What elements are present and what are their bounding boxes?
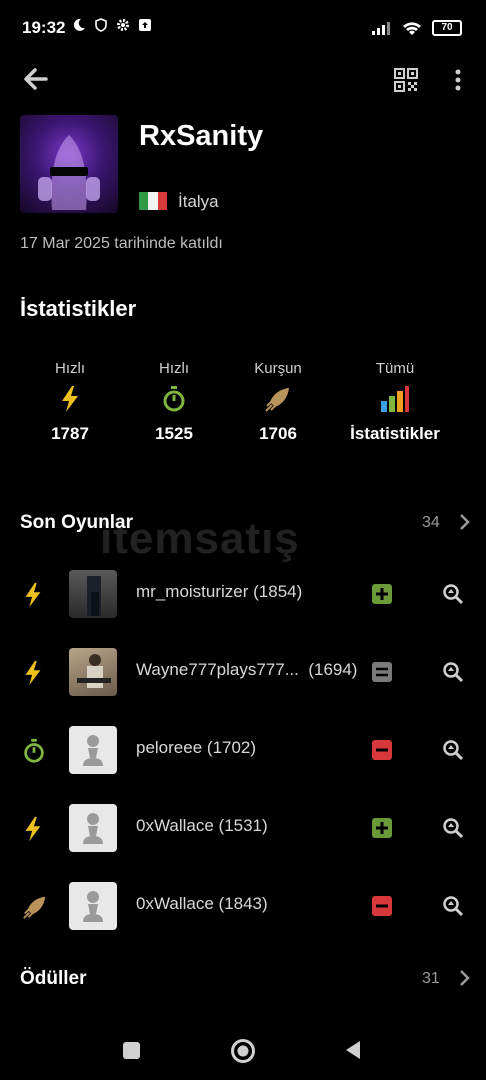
opponent-avatar	[69, 726, 117, 774]
opponent-avatar	[69, 804, 117, 852]
draw-icon	[372, 662, 392, 682]
stat-label: Hızlı	[159, 360, 189, 377]
analyze-magnifier-icon	[443, 584, 464, 605]
more-options-button[interactable]	[450, 68, 466, 97]
stat-bolt[interactable]: Hızlı 1787	[15, 360, 125, 444]
profile-avatar[interactable]	[20, 115, 118, 213]
joined-date: 17 Mar 2025 tarihinde katıldı	[20, 235, 223, 252]
awards-count[interactable]: 31	[422, 970, 440, 988]
game-row[interactable]: peloreee (1702)	[0, 712, 486, 790]
bolt-icon	[25, 660, 41, 686]
opponent-name: mr_moisturizer (1854)	[136, 582, 303, 601]
stat-rapid[interactable]: Hızlı 1525	[119, 360, 229, 444]
stat-value: 1706	[259, 424, 297, 443]
stat-value: 1525	[155, 424, 193, 443]
shield-icon	[95, 18, 107, 32]
bullet-icon	[265, 388, 289, 412]
more-vertical-icon	[455, 69, 461, 91]
win-icon	[372, 584, 392, 604]
stat-label: Hızlı	[55, 360, 85, 377]
bolt-icon	[25, 582, 41, 608]
qr-code-button[interactable]	[394, 68, 418, 97]
back-nav-button[interactable]	[344, 1040, 362, 1060]
pawn-icon	[83, 735, 103, 766]
game-row[interactable]: 0xWallace (1531)	[0, 790, 486, 868]
opponent-name: peloreee (1702)	[136, 738, 257, 757]
stat-value: 1787	[51, 424, 89, 443]
stat-value: İstatistikler	[350, 424, 440, 443]
status-right: 70	[372, 20, 462, 36]
opponent-avatar	[69, 882, 117, 930]
bolt-icon	[25, 816, 41, 842]
pawn-icon	[83, 813, 103, 844]
game-row[interactable]: 0xWallace (1843)	[0, 868, 486, 946]
stopwatch-icon	[24, 738, 44, 763]
status-time: 19:32	[22, 18, 66, 37]
opponent-name: 0xWallace (1843)	[136, 894, 268, 913]
stat-all[interactable]: Tümü İstatistikler	[335, 360, 455, 444]
italy-flag-icon	[139, 192, 167, 210]
username: RxSanity	[139, 120, 264, 152]
battery-indicator: 70	[432, 20, 462, 36]
bolt-icon	[62, 386, 78, 412]
gear-icon	[117, 19, 129, 31]
stat-bullet[interactable]: Kurşun 1706	[223, 360, 333, 444]
recent-games-count[interactable]: 34	[422, 514, 440, 532]
chevron-right-icon	[460, 970, 470, 986]
home-button[interactable]	[230, 1038, 256, 1064]
avatar-image	[38, 135, 100, 210]
back-arrow-icon	[24, 68, 48, 90]
upload-icon	[139, 19, 151, 31]
qr-code-icon	[394, 68, 418, 92]
opponent-avatar	[69, 570, 117, 618]
game-row[interactable]: mr_moisturizer (1854)	[0, 556, 486, 634]
stat-label: Tümü	[375, 360, 415, 377]
loss-icon	[372, 740, 392, 760]
wifi-icon	[403, 21, 421, 35]
awards-title[interactable]: Ödüller	[20, 968, 87, 990]
analyze-magnifier-icon	[443, 818, 464, 839]
analyze-magnifier-icon	[443, 896, 464, 917]
bullet-icon	[23, 896, 46, 919]
pawn-icon	[83, 891, 103, 922]
stopwatch-icon	[163, 386, 185, 412]
analyze-magnifier-icon	[443, 740, 464, 761]
opponent-name: Wayne777plays777... (1694)	[136, 660, 358, 679]
loss-icon	[372, 896, 392, 916]
stats-title: İstatistikler	[20, 296, 137, 321]
opponent-name: 0xWallace (1531)	[136, 816, 268, 835]
opponent-avatar	[69, 648, 117, 696]
analyze-magnifier-icon	[443, 662, 464, 683]
back-button[interactable]	[22, 66, 48, 97]
bar-chart-icon	[381, 386, 409, 412]
signal-icon	[372, 22, 390, 35]
moon-icon	[73, 18, 85, 31]
win-icon	[372, 818, 392, 838]
recents-button[interactable]	[123, 1042, 140, 1059]
stat-label: Kurşun	[254, 360, 302, 377]
country-name: İtalya	[178, 192, 219, 211]
game-row[interactable]: Wayne777plays777... (1694)	[0, 634, 486, 712]
status-icons	[72, 18, 152, 32]
chevron-right-icon	[460, 514, 470, 530]
